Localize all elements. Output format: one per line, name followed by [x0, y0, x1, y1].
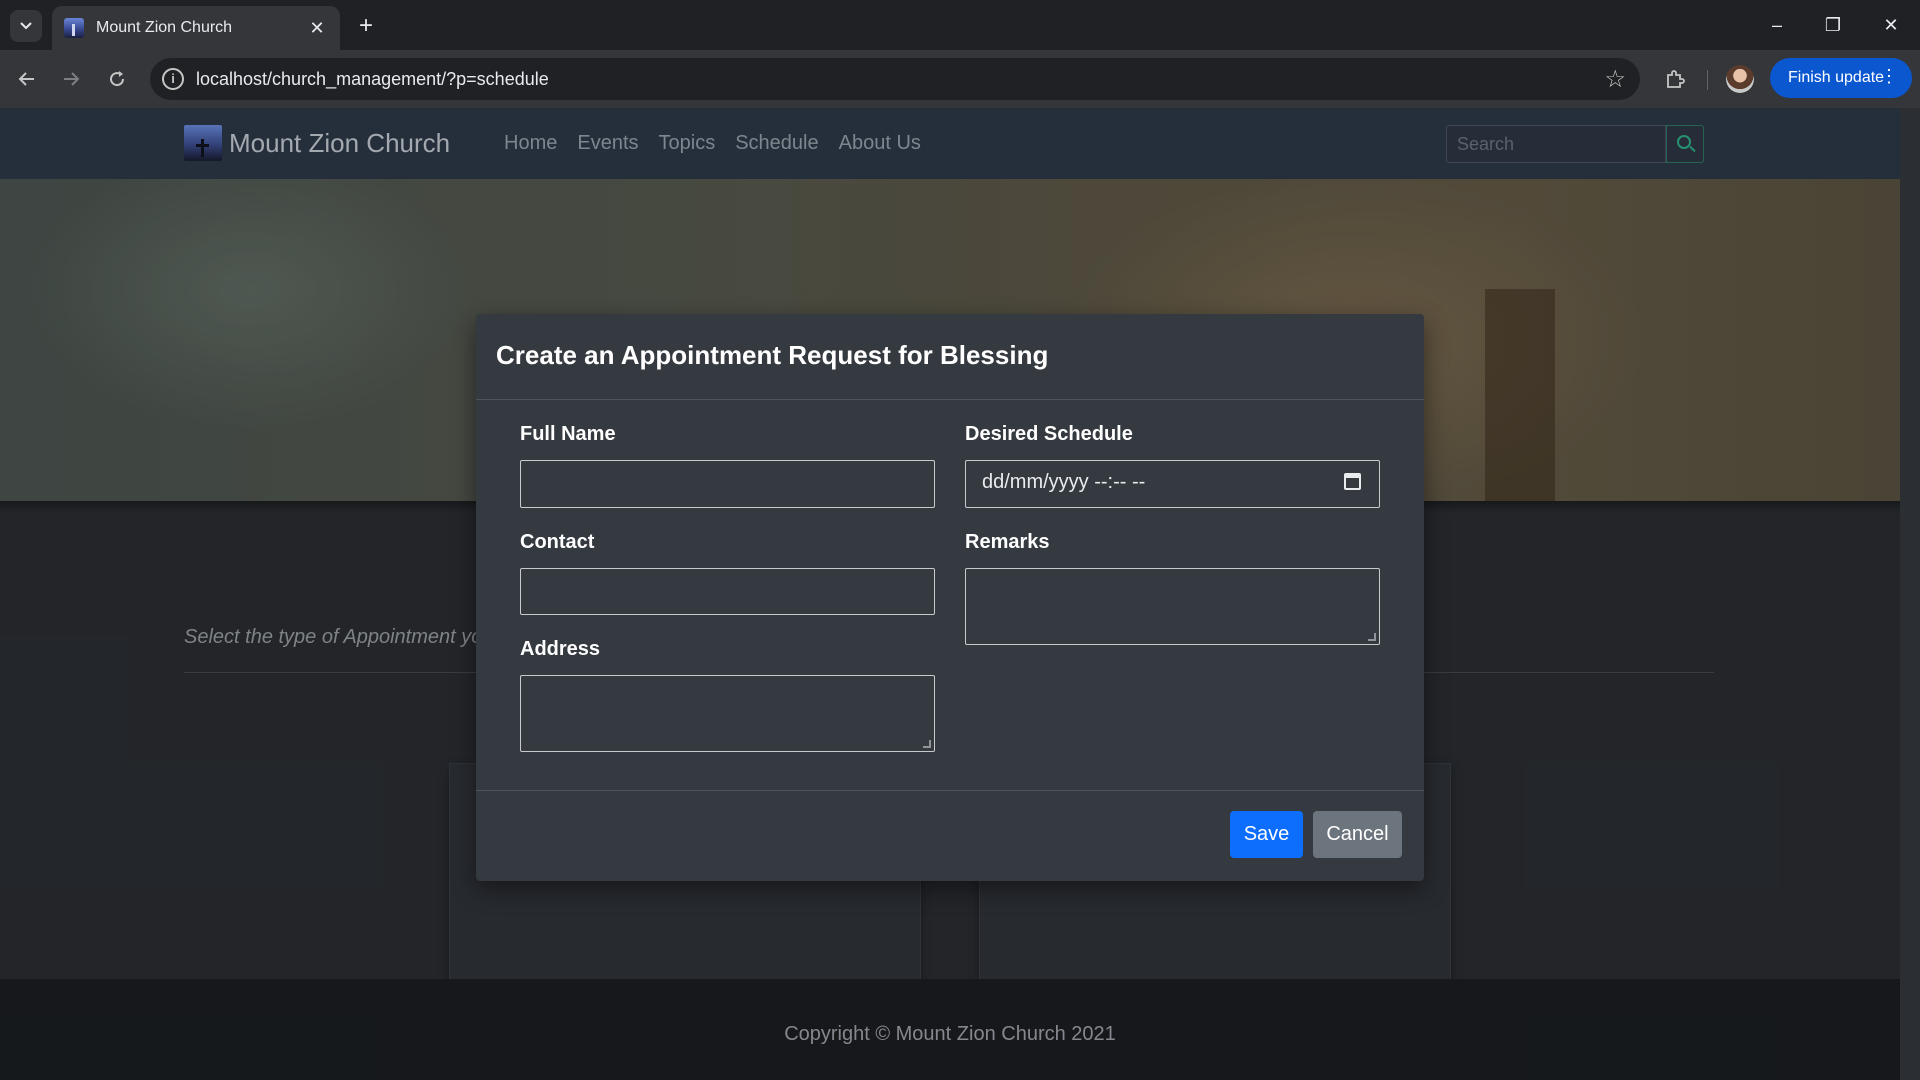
- cancel-button[interactable]: Cancel: [1313, 811, 1402, 858]
- contact-label: Contact: [520, 531, 595, 553]
- church-favicon-icon: [64, 18, 84, 38]
- full-name-label: Full Name: [520, 423, 616, 445]
- minimize-button[interactable]: –: [1762, 10, 1792, 40]
- finish-update-button[interactable]: Finish update ⋮: [1770, 58, 1912, 98]
- new-tab-button[interactable]: +: [352, 12, 380, 40]
- tab-title: Mount Zion Church: [96, 19, 233, 36]
- modal-footer: Save Cancel: [476, 790, 1424, 881]
- remarks-label: Remarks: [965, 531, 1050, 553]
- address-bar[interactable]: i localhost/church_management/?p=schedul…: [150, 58, 1640, 100]
- address-textarea[interactable]: [520, 675, 935, 752]
- calendar-icon[interactable]: [1344, 473, 1361, 490]
- browser-tab[interactable]: Mount Zion Church ✕: [52, 6, 340, 50]
- forward-button[interactable]: [54, 62, 88, 96]
- desired-schedule-label: Desired Schedule: [965, 423, 1133, 445]
- contact-input[interactable]: [520, 568, 935, 615]
- close-window-button[interactable]: ✕: [1876, 10, 1906, 40]
- chevron-down-icon: [20, 22, 32, 30]
- restore-button[interactable]: ❐: [1818, 10, 1848, 40]
- page-scrollbar[interactable]: [1900, 108, 1920, 1080]
- address-label: Address: [520, 638, 601, 660]
- url-text[interactable]: localhost/church_management/?p=schedule: [196, 69, 549, 90]
- back-arrow-icon: [18, 72, 34, 86]
- tab-search-button[interactable]: [10, 10, 42, 42]
- resize-grip-icon[interactable]: [923, 740, 931, 748]
- desired-schedule-input[interactable]: dd/mm/yyyy --:-- --: [965, 460, 1380, 508]
- toolbar-divider: [1707, 70, 1708, 90]
- save-button[interactable]: Save: [1230, 811, 1303, 858]
- desired-schedule-placeholder: dd/mm/yyyy --:-- --: [982, 471, 1146, 493]
- browser-tab-bar: Mount Zion Church ✕ + – ❐ ✕: [0, 0, 1920, 50]
- resize-grip-icon[interactable]: [1368, 633, 1376, 641]
- reload-icon: [110, 71, 125, 87]
- star-icon[interactable]: ☆: [1604, 65, 1626, 94]
- browser-toolbar: i localhost/church_management/?p=schedul…: [0, 50, 1920, 108]
- finish-update-label: Finish update: [1788, 69, 1885, 86]
- page-viewport: Mount Zion Church Home Events Topics Sch…: [0, 108, 1920, 1080]
- back-button[interactable]: [10, 62, 44, 96]
- forward-arrow-icon: [64, 72, 80, 86]
- appointment-modal: Create an Appointment Request for Blessi…: [476, 314, 1424, 881]
- kebab-menu-icon[interactable]: ⋮: [1880, 66, 1898, 87]
- info-icon[interactable]: i: [162, 68, 184, 90]
- modal-title: Create an Appointment Request for Blessi…: [496, 340, 1049, 370]
- remarks-textarea[interactable]: [965, 568, 1380, 645]
- reload-button[interactable]: [100, 62, 134, 96]
- puzzle-icon[interactable]: [1660, 64, 1690, 94]
- profile-avatar[interactable]: [1726, 65, 1754, 93]
- tab-close-icon[interactable]: ✕: [306, 18, 328, 39]
- modal-header: Create an Appointment Request for Blessi…: [476, 314, 1424, 400]
- full-name-input[interactable]: [520, 460, 935, 508]
